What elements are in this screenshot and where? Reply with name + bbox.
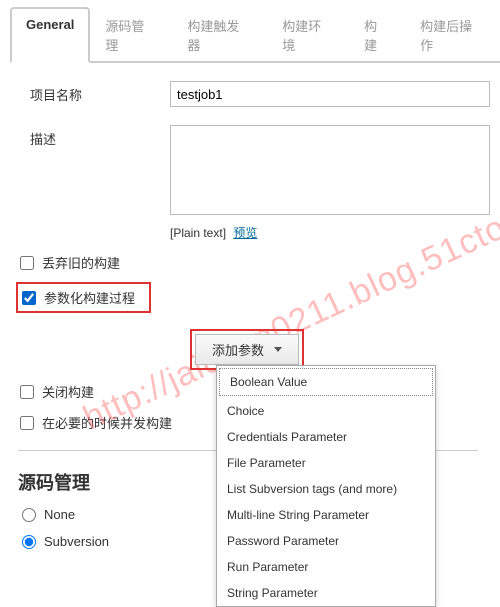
param-option[interactable]: File Parameter [217,450,435,476]
scm-none-radio[interactable] [22,508,36,522]
add-param-highlight: 添加参数 [190,329,304,370]
tab-triggers[interactable]: 构建触发器 [172,7,267,63]
row-description: 描述 [Plain text] 预览 [30,125,500,241]
add-param-dropdown: Boolean Value Choice Credentials Paramet… [216,365,436,607]
concurrent-build-checkbox[interactable] [20,416,34,430]
scm-subversion-radio[interactable] [22,535,36,549]
caret-down-icon [274,347,282,352]
param-option[interactable]: Boolean Value [219,368,433,396]
tab-build[interactable]: 构建 [349,7,405,63]
scm-subversion-label: Subversion [44,534,109,549]
tab-scm[interactable]: 源码管理 [90,7,172,63]
config-tabs: General 源码管理 构建触发器 构建环境 构建 构建后操作 [10,5,500,63]
label-project-name: 项目名称 [30,81,170,104]
row-project-name: 项目名称 [30,81,500,107]
discard-old-label: 丢弃旧的构建 [42,253,120,272]
parameterized-label: 参数化构建过程 [44,288,135,307]
scm-none-label: None [44,507,75,522]
param-option[interactable]: Run Parameter [217,554,435,580]
concurrent-build-label: 在必要的时候并发构建 [42,413,172,432]
param-option[interactable]: List Subversion tags (and more) [217,476,435,502]
param-option[interactable]: Choice [217,398,435,424]
row-parameterized[interactable]: 参数化构建过程 [16,282,151,313]
tab-general[interactable]: General [10,7,90,63]
param-option[interactable]: Password Parameter [217,528,435,554]
plain-text-label: [Plain text] [170,226,226,240]
param-option[interactable]: String Parameter [217,580,435,606]
discard-old-checkbox[interactable] [20,256,34,270]
add-param-button-label: 添加参数 [212,340,264,359]
param-option[interactable]: Credentials Parameter [217,424,435,450]
disable-build-label: 关闭构建 [42,382,94,401]
project-name-input[interactable] [170,81,490,107]
param-option[interactable]: Multi-line String Parameter [217,502,435,528]
tab-post[interactable]: 构建后操作 [405,7,500,63]
disable-build-checkbox[interactable] [20,385,34,399]
tab-env[interactable]: 构建环境 [267,7,349,63]
preview-link[interactable]: 预览 [233,226,257,240]
row-discard-old[interactable]: 丢弃旧的构建 [20,253,500,272]
add-param-area: 添加参数 Boolean Value Choice Credentials Pa… [190,329,500,370]
add-param-button[interactable]: 添加参数 [195,334,299,365]
label-description: 描述 [30,125,170,148]
parameterized-checkbox[interactable] [22,291,36,305]
description-textarea[interactable] [170,125,490,215]
